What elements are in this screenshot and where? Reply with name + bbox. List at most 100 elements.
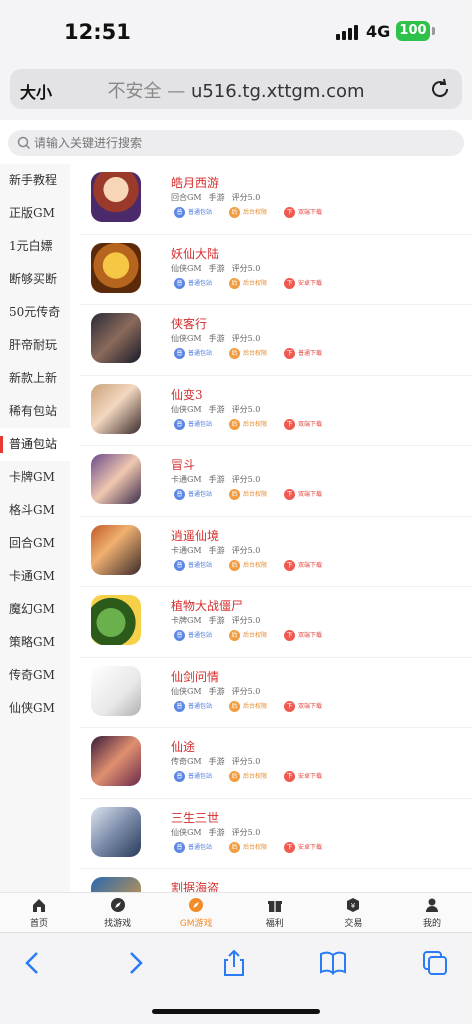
sidebar-item[interactable]: 策略GM <box>0 626 70 659</box>
sidebar-item[interactable]: 肝帝耐玩 <box>0 329 70 362</box>
game-title[interactable]: 仙变3 <box>171 386 203 403</box>
address-bar[interactable]: 大小 不安全 — u516.tg.xttgm.com <box>10 69 462 109</box>
game-icon[interactable] <box>91 454 141 504</box>
sidebar-item[interactable]: 1元白嫖 <box>0 230 70 263</box>
game-list-item[interactable]: 逍遥仙境 卡通GM 手游 评分5.0 普普通包站 后后台权限 下双端下载 <box>80 517 472 587</box>
home-icon <box>33 899 45 912</box>
game-title[interactable]: 三生三世 <box>171 809 219 826</box>
game-list-item[interactable]: 仙途 传奇GM 手游 评分5.0 普普通包站 后后台权限 下安卓下载 <box>80 728 472 799</box>
tag-admin-rights[interactable]: 后后台权限 <box>229 277 267 290</box>
sidebar-item[interactable]: 50元传奇 <box>0 296 70 329</box>
game-title[interactable]: 逍遥仙境 <box>171 527 219 544</box>
tag-general-site[interactable]: 普普通包站 <box>174 841 212 854</box>
game-list-item[interactable]: 皓月西游 回合GM 手游 评分5.0 普普通包站 后后台权限 下双端下载 <box>80 164 472 235</box>
sidebar-item[interactable]: 新手教程 <box>0 164 70 197</box>
forward-icon[interactable] <box>120 948 150 978</box>
tag-download[interactable]: 下双端下载 <box>284 630 322 642</box>
bookmarks-icon[interactable] <box>318 948 348 978</box>
game-title[interactable]: 植物大战僵尸 <box>171 597 243 614</box>
tag-download[interactable]: 下双端下载 <box>284 418 322 431</box>
tag-general-site[interactable]: 普普通包站 <box>174 771 212 783</box>
tag-general-site[interactable]: 普普通包站 <box>174 700 212 713</box>
tag-general-site[interactable]: 普普通包站 <box>174 207 212 219</box>
tag-admin-rights[interactable]: 后后台权限 <box>229 771 267 783</box>
tag-admin-rights[interactable]: 后后台权限 <box>229 559 267 572</box>
tag-admin-rights[interactable]: 后后台权限 <box>229 700 267 713</box>
game-title[interactable]: 妖仙大陆 <box>171 245 219 262</box>
tab-me[interactable]: 我的 <box>393 893 471 933</box>
back-icon[interactable] <box>18 948 48 978</box>
tab-find-games[interactable]: 找游戏 <box>79 893 157 933</box>
sidebar-item[interactable]: 稀有包站 <box>0 395 70 428</box>
game-icon[interactable] <box>91 383 141 434</box>
sidebar-item[interactable]: 新款上新 <box>0 362 70 395</box>
tab-trade[interactable]: ¥ 交易 <box>314 893 392 933</box>
tag-admin-rights[interactable]: 后后台权限 <box>229 630 267 642</box>
game-title[interactable]: 割据海盗 <box>171 879 219 892</box>
tag-download[interactable]: 下安卓下载 <box>284 841 322 854</box>
game-icon[interactable] <box>91 665 141 716</box>
game-title[interactable]: 皓月西游 <box>171 174 219 191</box>
tab-gm-games[interactable]: GM游戏 <box>157 893 235 933</box>
tag-download[interactable]: 下安卓下载 <box>284 771 322 783</box>
tag-general-site[interactable]: 普普通包站 <box>174 489 212 501</box>
game-icon[interactable] <box>91 736 141 786</box>
sidebar-item[interactable]: 卡牌GM <box>0 461 70 494</box>
tag-admin-rights[interactable]: 后后台权限 <box>229 348 267 360</box>
sidebar-item[interactable]: 回合GM <box>0 527 70 560</box>
tag-download[interactable]: 下安卓下载 <box>284 277 322 290</box>
tab-home[interactable]: 首页 <box>0 893 78 933</box>
tag-download[interactable]: 下普通下载 <box>284 348 322 360</box>
game-icon[interactable] <box>91 242 141 293</box>
tabs-icon[interactable] <box>420 948 450 978</box>
game-list-item[interactable]: 仙剑问情 仙侠GM 手游 评分5.0 普普通包站 后后台权限 下双端下载 <box>80 658 472 728</box>
reload-icon[interactable] <box>428 77 452 101</box>
tag-label: 普通包站 <box>188 491 213 498</box>
sidebar-item[interactable]: 正版GM <box>0 197 70 230</box>
game-icon[interactable] <box>91 524 141 575</box>
game-icon[interactable] <box>91 806 141 857</box>
trade-icon: ¥ <box>347 898 360 912</box>
share-icon[interactable] <box>219 948 249 978</box>
search-bar[interactable] <box>8 130 464 156</box>
game-title[interactable]: 侠客行 <box>171 315 207 332</box>
tab-welfare[interactable]: 福利 <box>236 893 314 933</box>
game-title[interactable]: 仙剑问情 <box>171 668 219 685</box>
tag-download[interactable]: 下双端下载 <box>284 207 322 219</box>
game-icon[interactable] <box>91 172 141 222</box>
tag-admin-rights[interactable]: 后后台权限 <box>229 489 267 501</box>
tag-general-site[interactable]: 普普通包站 <box>174 630 212 642</box>
game-icon[interactable] <box>91 595 141 645</box>
game-list-item[interactable]: 植物大战僵尸 卡牌GM 手游 评分5.0 普普通包站 后后台权限 下双端下载 <box>80 587 472 658</box>
game-title[interactable]: 冒斗 <box>171 456 195 473</box>
sidebar-item[interactable]: 传奇GM <box>0 659 70 692</box>
sidebar-item[interactable]: 格斗GM <box>0 494 70 527</box>
tag-download[interactable]: 下双端下载 <box>284 700 322 713</box>
game-icon[interactable] <box>91 313 141 363</box>
game-list-item[interactable]: 割据海盗 <box>80 869 472 892</box>
game-list-item[interactable]: 三生三世 仙侠GM 手游 评分5.0 普普通包站 后后台权限 下安卓下载 <box>80 799 472 869</box>
tag-admin-rights[interactable]: 后后台权限 <box>229 207 267 219</box>
game-list-item[interactable]: 仙变3 仙侠GM 手游 评分5.0 普普通包站 后后台权限 下双端下载 <box>80 376 472 446</box>
tag-general-site[interactable]: 普普通包站 <box>174 277 212 290</box>
tag-general-site[interactable]: 普普通包站 <box>174 348 212 360</box>
sidebar-item[interactable]: 断够买断 <box>0 263 70 296</box>
url-text[interactable]: 不安全 — u516.tg.xttgm.com <box>10 77 462 103</box>
tag-admin-rights[interactable]: 后后台权限 <box>229 418 267 431</box>
tag-general-site[interactable]: 普普通包站 <box>174 418 212 431</box>
game-list-item[interactable]: 冒斗 卡通GM 手游 评分5.0 普普通包站 后后台权限 下双端下载 <box>80 446 472 517</box>
game-icon[interactable] <box>91 877 141 892</box>
tag-icon: 下 <box>284 630 295 641</box>
sidebar-item[interactable]: 卡通GM <box>0 560 70 593</box>
sidebar-item[interactable]: 普通包站 <box>0 428 70 461</box>
tag-download[interactable]: 下双端下载 <box>284 559 322 572</box>
tag-admin-rights[interactable]: 后后台权限 <box>229 841 267 854</box>
game-title[interactable]: 仙途 <box>171 738 195 755</box>
sidebar-item[interactable]: 仙侠GM <box>0 692 70 725</box>
search-input[interactable] <box>34 130 434 156</box>
sidebar-item[interactable]: 魔幻GM <box>0 593 70 626</box>
tag-download[interactable]: 下双端下载 <box>284 489 322 501</box>
game-list-item[interactable]: 妖仙大陆 仙侠GM 手游 评分5.0 普普通包站 后后台权限 下安卓下载 <box>80 235 472 305</box>
game-list-item[interactable]: 侠客行 仙侠GM 手游 评分5.0 普普通包站 后后台权限 下普通下载 <box>80 305 472 376</box>
tag-general-site[interactable]: 普普通包站 <box>174 559 212 572</box>
